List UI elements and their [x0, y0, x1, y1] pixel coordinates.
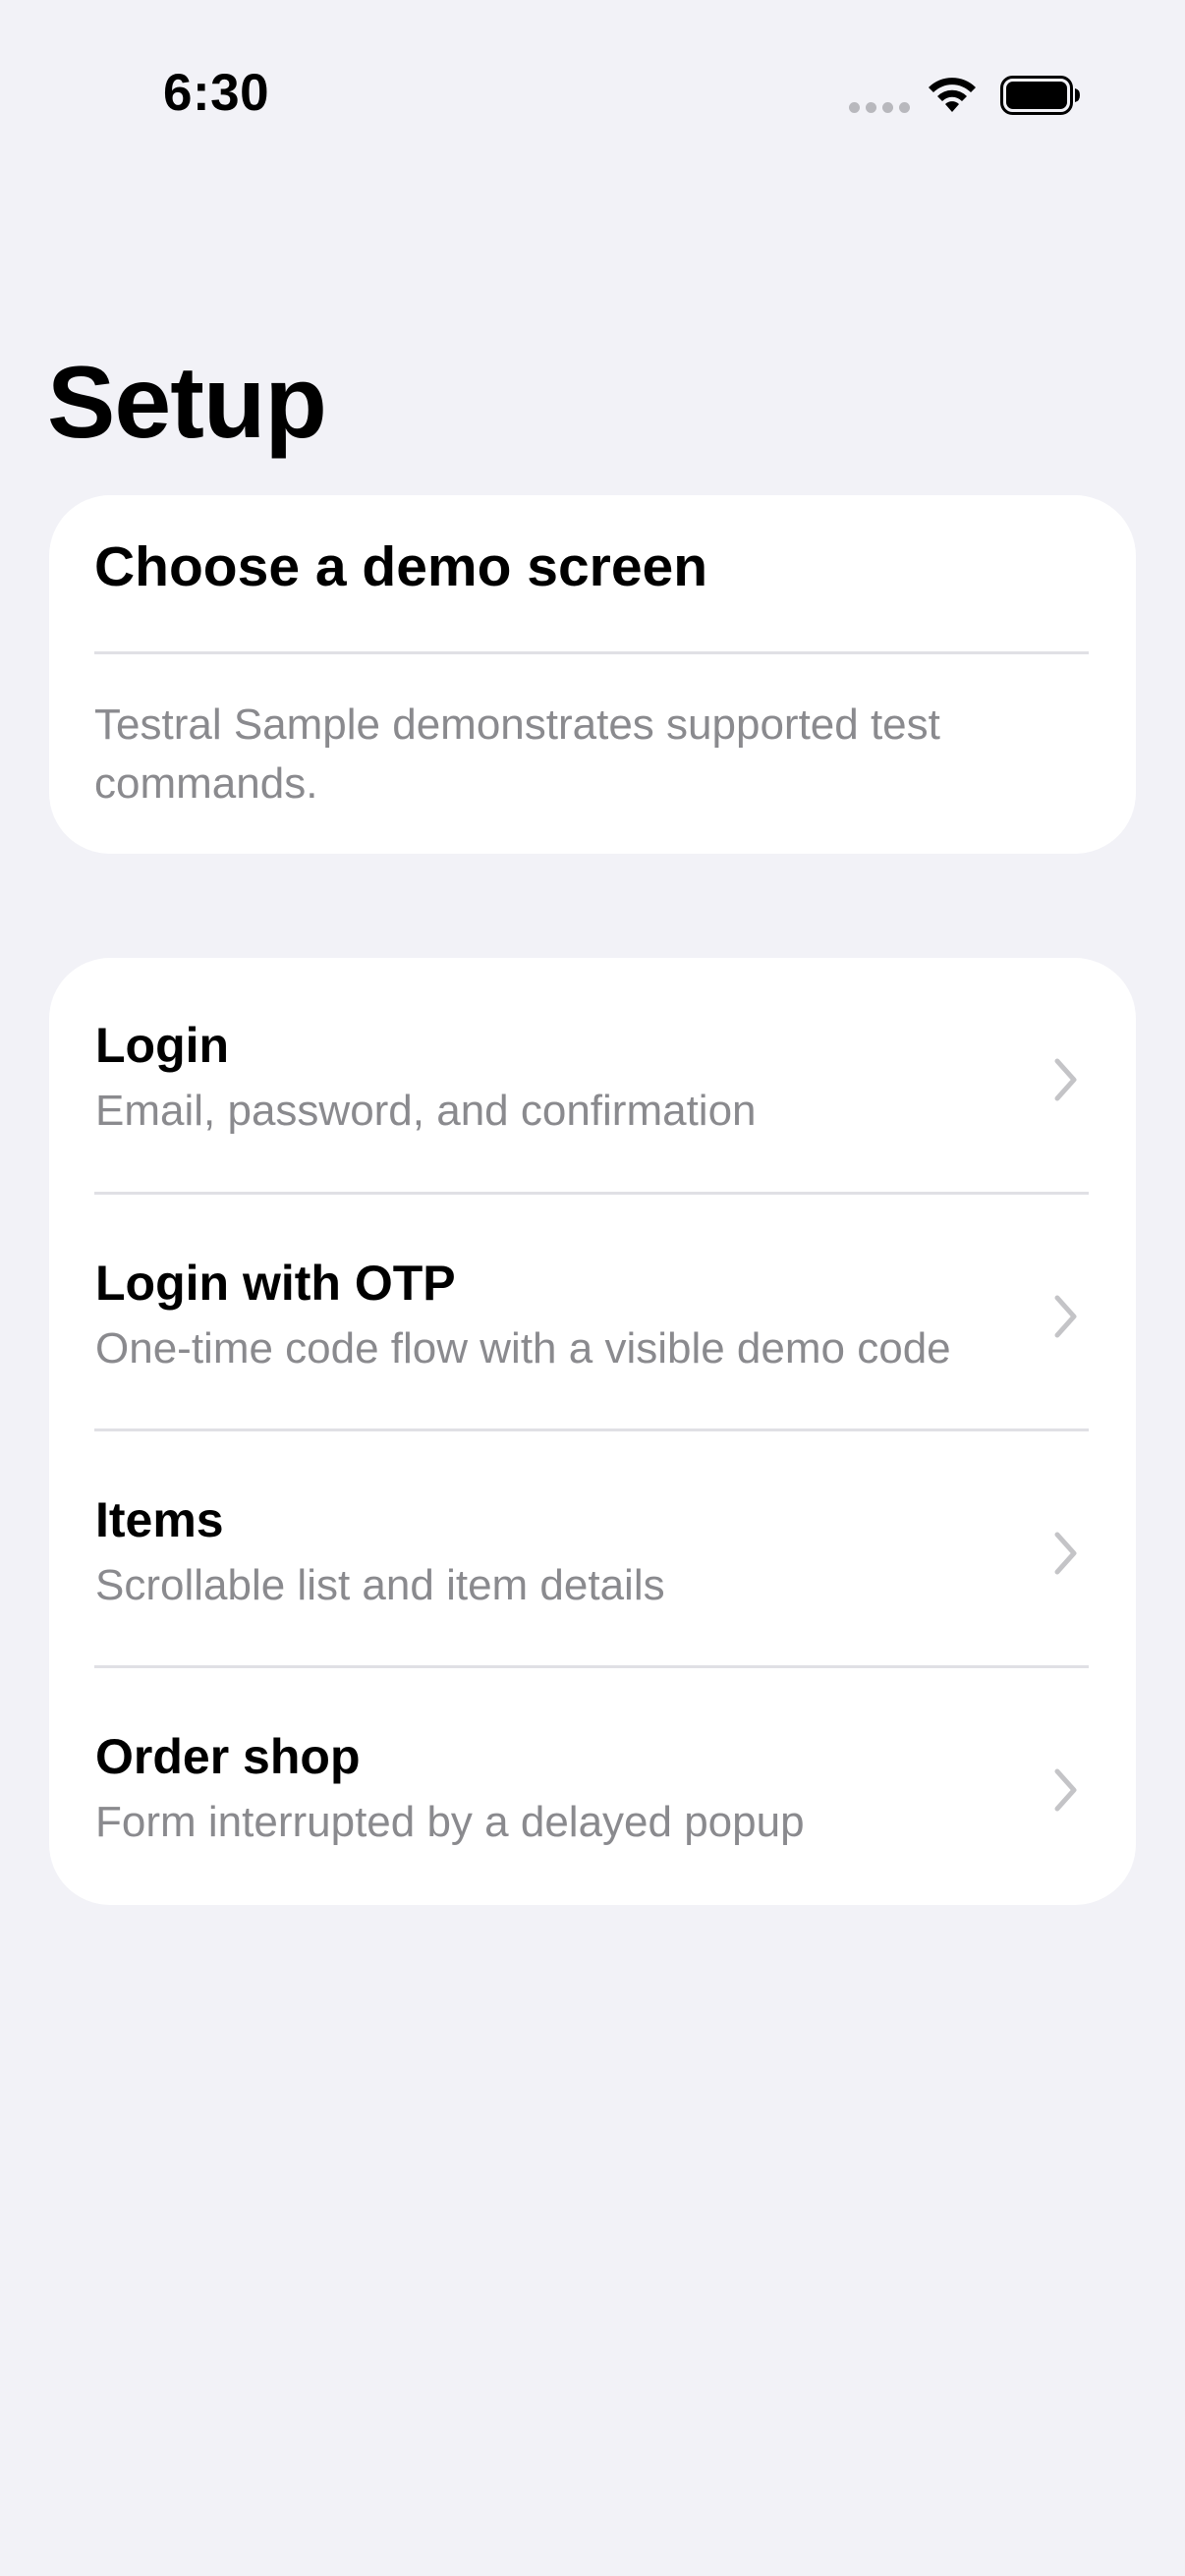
intro-heading: Choose a demo screen — [94, 535, 708, 598]
divider — [94, 651, 1089, 654]
page-title: Setup — [47, 346, 327, 460]
battery-icon — [1000, 76, 1080, 115]
menu-item-subtitle: Scrollable list and item details — [95, 1561, 665, 1609]
status-bar: 6:30 — [0, 0, 1185, 196]
chevron-right-icon — [1054, 1768, 1077, 1812]
chevron-right-icon — [1054, 1058, 1077, 1101]
menu-item-title: Login with OTP — [95, 1256, 456, 1311]
menu-item-title: Order shop — [95, 1729, 361, 1784]
chevron-right-icon — [1054, 1295, 1077, 1338]
wifi-icon — [929, 78, 976, 112]
menu-item-title: Items — [95, 1492, 224, 1547]
menu-item-items[interactable]: Items Scrollable list and item details — [49, 1431, 1136, 1668]
intro-description: Testral Sample demonstrates supported te… — [94, 700, 940, 808]
menu-item-subtitle: One-time code flow with a visible demo c… — [95, 1324, 951, 1372]
menu-item-subtitle: Email, password, and confirmation — [95, 1087, 757, 1135]
menu-item-title: Login — [95, 1018, 230, 1073]
status-time: 6:30 — [163, 64, 270, 122]
menu-item-login-with-otp[interactable]: Login with OTP One-time code flow with a… — [49, 1195, 1136, 1431]
menu-item-order-shop[interactable]: Order shop Form interrupted by a delayed… — [49, 1668, 1136, 1905]
cellular-signal-icon — [849, 102, 910, 113]
menu-item-login[interactable]: Login Email, password, and confirmation — [49, 958, 1136, 1195]
menu-item-subtitle: Form interrupted by a delayed popup — [95, 1798, 805, 1846]
chevron-right-icon — [1054, 1532, 1077, 1575]
